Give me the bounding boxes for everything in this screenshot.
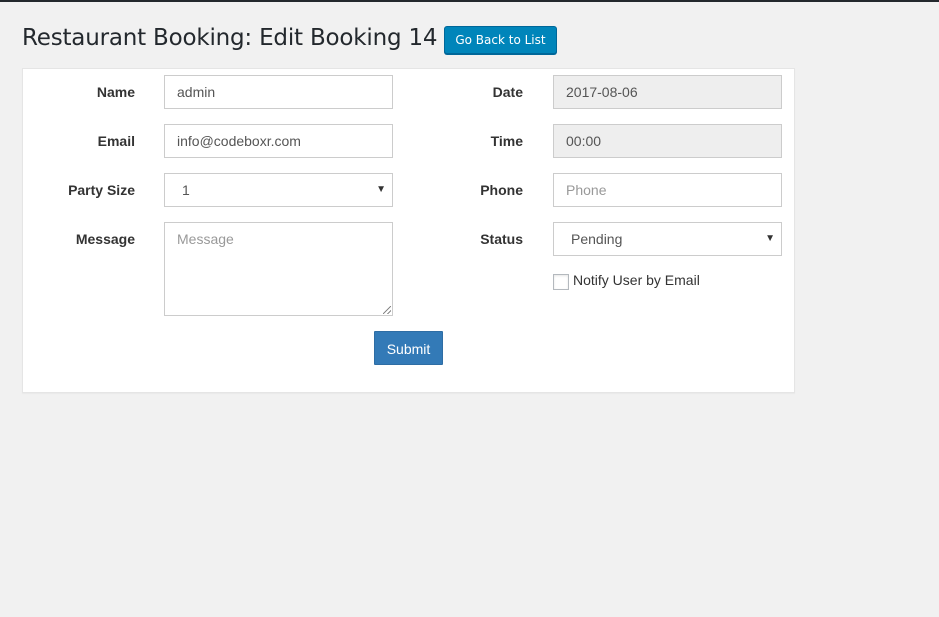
- message-placeholder: Message: [177, 231, 234, 247]
- party-size-value: 1: [182, 182, 190, 198]
- status-select[interactable]: Pending ▼: [553, 222, 782, 256]
- party-size-select[interactable]: 1 ▼: [164, 173, 393, 207]
- phone-label: Phone: [480, 182, 523, 198]
- page-title: Restaurant Booking: Edit Booking 14: [22, 25, 438, 51]
- status-label: Status: [480, 231, 523, 247]
- time-label: Time: [490, 133, 523, 149]
- phone-field[interactable]: Phone: [553, 173, 782, 207]
- booking-form-panel: Name admin Email info@codeboxr.com Party…: [22, 68, 795, 393]
- name-label: Name: [96, 84, 135, 100]
- name-field[interactable]: admin: [164, 75, 393, 109]
- chevron-down-icon: ▼: [765, 233, 775, 244]
- submit-button[interactable]: Submit: [374, 331, 443, 365]
- time-field[interactable]: 00:00: [553, 124, 782, 158]
- go-back-to-list-button[interactable]: Go Back to List: [444, 26, 557, 54]
- message-textarea[interactable]: Message: [164, 222, 393, 316]
- chevron-down-icon: ▼: [376, 184, 386, 195]
- notify-user-label[interactable]: Notify User by Email: [573, 272, 700, 288]
- email-label: Email: [97, 133, 135, 149]
- notify-user-checkbox[interactable]: [553, 274, 569, 290]
- email-field[interactable]: info@codeboxr.com: [164, 124, 393, 158]
- party-size-label: Party Size: [68, 182, 135, 198]
- date-field[interactable]: 2017-08-06: [553, 75, 782, 109]
- message-label: Message: [75, 231, 135, 247]
- page-header: Restaurant Booking: Edit Booking 14 Go B…: [22, 22, 557, 54]
- status-value: Pending: [571, 231, 623, 247]
- admin-bar-edge: [0, 0, 939, 2]
- resize-grip-icon[interactable]: [383, 306, 391, 314]
- date-label: Date: [492, 84, 523, 100]
